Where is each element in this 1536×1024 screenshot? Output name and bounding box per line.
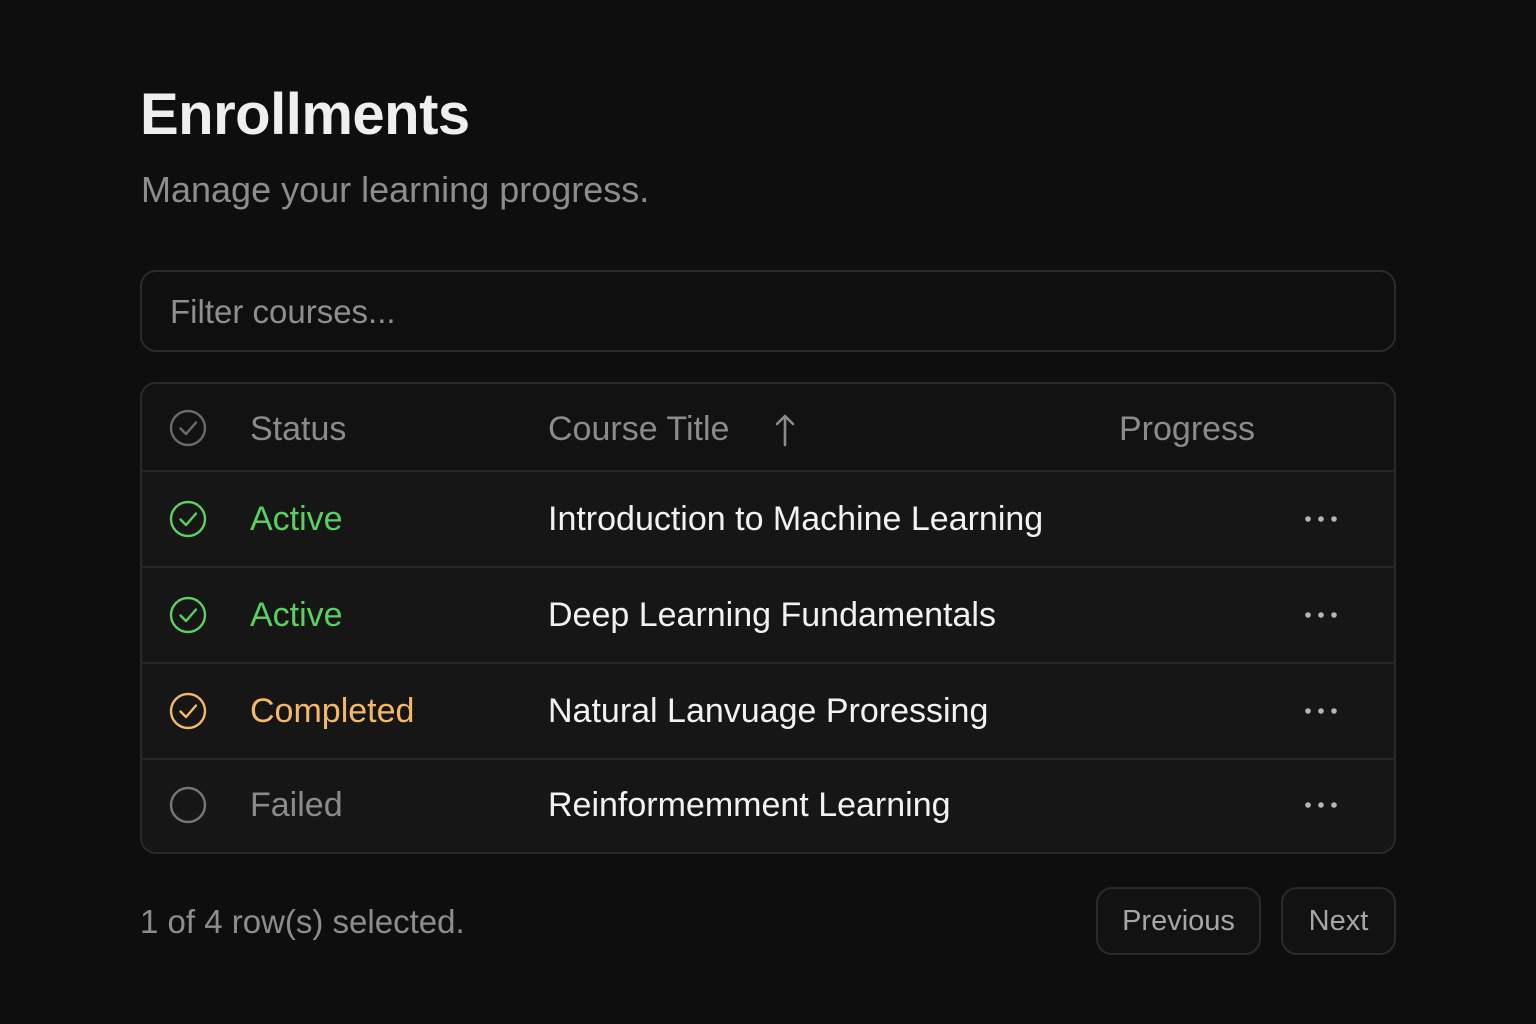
more-horizontal-icon[interactable] [1304, 606, 1338, 624]
table-row[interactable]: Active Introduction to Machine Learning [142, 472, 1394, 568]
select-all-checkbox-icon[interactable] [169, 409, 207, 447]
table-row[interactable]: Failed Reinformemment Learning [142, 760, 1394, 852]
column-header-status[interactable]: Status [250, 410, 346, 449]
table-row[interactable]: Completed Natural Lanvuage Proressing [142, 664, 1394, 760]
next-page-button[interactable]: Next [1281, 887, 1396, 955]
more-horizontal-icon[interactable] [1304, 510, 1338, 528]
course-title: Deep Learning Fundamentals [548, 596, 996, 634]
course-title: Introduction to Machine Learning [548, 500, 1044, 538]
more-horizontal-icon[interactable] [1304, 702, 1338, 720]
course-title: Reinformemment Learning [548, 786, 951, 824]
page-subtitle: Manage your learning progress. [141, 169, 650, 210]
status-badge: Failed [250, 786, 343, 824]
row-checkbox-checked-icon[interactable] [169, 596, 207, 634]
table-header-row: Status Course Title Progress [142, 384, 1394, 472]
status-badge: Active [250, 596, 343, 634]
course-title: Natural Lanvuage Proressing [548, 692, 989, 730]
row-checkbox-unchecked-icon[interactable] [169, 786, 207, 824]
table-row[interactable]: Active Deep Learning Fundamentals [142, 568, 1394, 664]
enrollments-page: Enrollments Manage your learning progres… [0, 0, 1536, 1024]
enrollments-table: Status Course Title Progress Active Intr… [140, 382, 1396, 854]
row-checkbox-checked-icon[interactable] [169, 692, 207, 730]
column-header-course-title[interactable]: Course Title [548, 410, 729, 449]
status-badge: Active [250, 500, 343, 538]
status-badge: Completed [250, 692, 415, 730]
row-checkbox-checked-icon[interactable] [169, 500, 207, 538]
filter-box [140, 270, 1396, 352]
previous-page-button[interactable]: Previous [1096, 887, 1261, 955]
selection-count-text: 1 of 4 row(s) selected. [140, 903, 465, 940]
arrow-up-icon[interactable] [774, 412, 796, 448]
column-header-progress[interactable]: Progress [1119, 410, 1255, 449]
page-title: Enrollments [140, 82, 470, 147]
filter-courses-input[interactable] [168, 272, 1372, 352]
more-horizontal-icon[interactable] [1304, 796, 1338, 814]
